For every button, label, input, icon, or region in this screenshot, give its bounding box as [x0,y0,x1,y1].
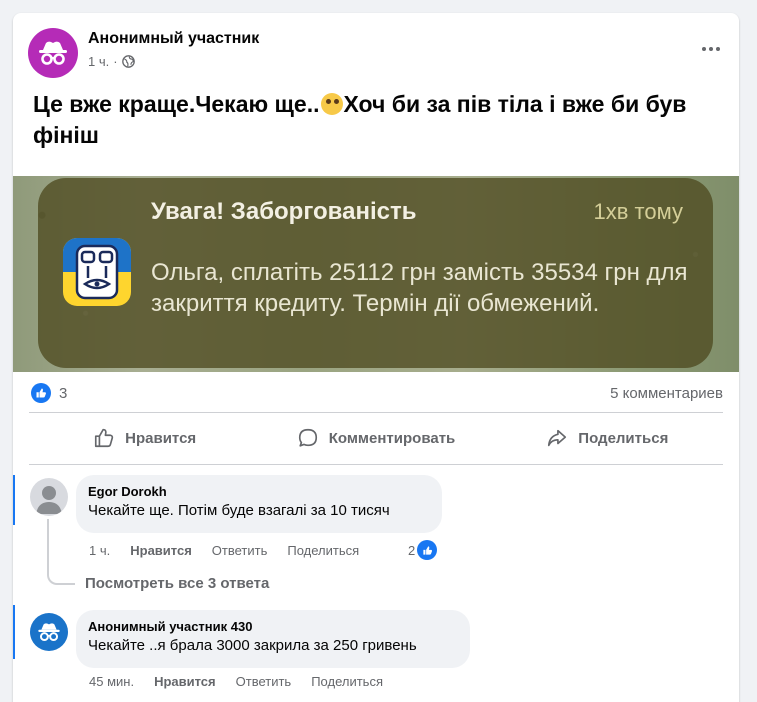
meta-separator: · [113,54,118,69]
thumbs-up-outline-icon [95,428,114,448]
share-button[interactable]: Поделиться [492,416,723,460]
comment-bubble-icon [298,428,317,447]
post-actions: Нравится Комментировать Поделиться [29,416,723,460]
reactions-summary[interactable]: 3 [31,383,67,403]
comment-reply-link[interactable]: Ответить [212,543,268,558]
face-with-monocle-emoji [320,93,343,115]
anonymous-avatar[interactable] [28,28,78,78]
thread-connector [47,551,75,585]
comment-like-link[interactable]: Нравится [154,674,216,689]
more-dot [702,47,706,51]
comment-text: Чекайте ще. Потім буде взагалі за 10 тис… [88,502,390,519]
comment-avatar[interactable] [30,478,68,516]
comment-highlight-bar [13,605,15,659]
post-author[interactable]: Анонимный участник [88,30,259,48]
comment-like-link[interactable]: Нравится [130,543,192,558]
notification-title: Увага! Заборгованість [151,198,417,225]
like-button[interactable]: Нравится [29,416,260,460]
incognito-icon [38,623,60,642]
default-user-icon [36,486,62,514]
incognito-icon [39,41,67,65]
bank-app-icon [63,238,131,306]
comment-bubble: Egor Dorokh Чекайте ще. Потім буде взага… [76,475,442,533]
notification-body: Ольга, сплатіть 25112 грн замість 35534 … [151,259,688,317]
globe-icon [121,55,135,68]
more-dot [709,47,713,51]
post-meta: 1 ч. · [88,54,135,69]
comment-time[interactable]: 45 мин. [89,674,134,689]
notification-banner: Увага! Заборгованість 1хв тому Ольга, сп… [38,178,713,368]
comment-share-link[interactable]: Поделиться [287,543,359,558]
like-reaction-icon [417,540,438,560]
comment-time[interactable]: 1 ч. [89,543,110,558]
comment-meta: 1 ч. Нравится Ответить Поделиться [89,543,359,558]
share-arrow-icon [548,429,567,447]
post-text-part1: Це вже краще.Чекаю ще.. [33,91,320,117]
more-options-button[interactable] [697,35,725,63]
view-replies-link[interactable]: Посмотреть все 3 ответа [85,575,269,592]
likes-count: 3 [59,384,68,402]
comment-reply-link[interactable]: Ответить [236,674,292,689]
thumbs-up-icon [423,545,432,555]
post-image[interactable]: Увага! Заборгованість 1хв тому Ольга, сп… [13,176,739,372]
comment-bubble: Анонимный участник 430 Чекайте ..я брала… [76,610,470,668]
like-label: Нравится [125,429,197,447]
thread-line [47,519,49,551]
notification-time: 1хв тому [593,199,683,224]
divider [29,464,723,465]
thumbs-up-icon [36,388,46,398]
comment-text: Чекайте ..я брала 3000 закрила за 250 гр… [88,637,417,654]
comment-reactions[interactable]: 2 [408,540,438,560]
comments-count[interactable]: 5 комментариев [610,385,723,402]
comment-button[interactable]: Комментировать [260,416,491,460]
post-text: Це вже краще.Чекаю ще.. Хоч би за пів тіл… [33,89,723,151]
comment-author[interactable]: Анонимный участник 430 [88,618,458,635]
comment-anonymous-avatar[interactable] [30,613,68,651]
divider [29,412,723,413]
comment-author[interactable]: Egor Dorokh [88,483,430,500]
more-dot [716,47,720,51]
app-icon-face-graphic [75,244,119,300]
post-time[interactable]: 1 ч. [88,54,109,69]
like-reaction-icon [31,383,51,403]
comment-highlight-bar [13,475,15,525]
comment-label: Комментировать [328,429,456,447]
comment-meta: 45 мин. Нравится Ответить Поделиться [89,674,383,689]
comment-share-link[interactable]: Поделиться [311,674,383,689]
post-card: Анонимный участник 1 ч. · Це вже краще.Ч… [13,13,739,702]
share-label: Поделиться [578,429,669,447]
comment-reactions-count: 2 [408,542,416,558]
